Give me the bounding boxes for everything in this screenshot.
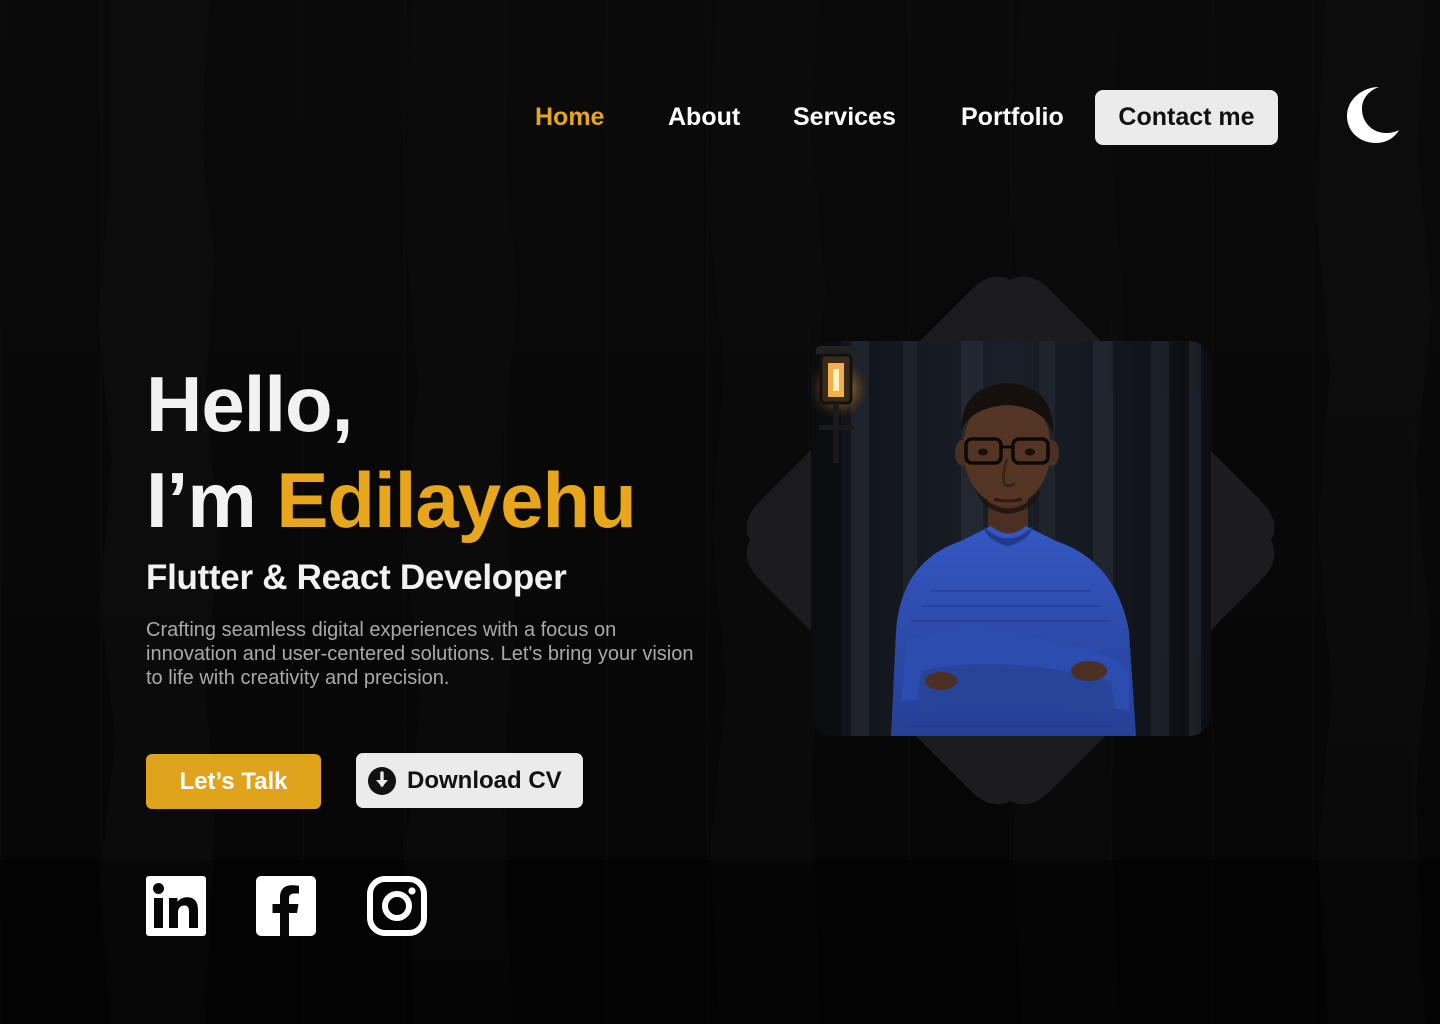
- profile-photo: [811, 341, 1211, 736]
- hero-intro: I’m Edilayehu: [146, 450, 637, 550]
- download-cv-label: Download CV: [407, 767, 562, 794]
- moon-icon[interactable]: [1345, 85, 1401, 145]
- landing-page: Home About Services Portfolio Contact me…: [0, 0, 1440, 1024]
- main-nav: Home About Services Portfolio Contact me: [0, 90, 1440, 145]
- nav-item-services[interactable]: Services: [793, 90, 896, 145]
- hero-intro-prefix: I’m: [146, 456, 277, 544]
- facebook-icon[interactable]: [256, 876, 316, 936]
- hero-greeting: Hello,: [146, 360, 353, 448]
- instagram-icon[interactable]: [367, 876, 427, 936]
- hero-description: Crafting seamless digital experiences wi…: [146, 619, 694, 689]
- nav-item-portfolio[interactable]: Portfolio: [961, 90, 1064, 145]
- contact-me-button[interactable]: Contact me: [1095, 90, 1278, 145]
- download-icon: [368, 767, 396, 795]
- hero-name: Edilayehu: [276, 456, 636, 544]
- nav-item-home[interactable]: Home: [535, 90, 604, 145]
- nav-item-about[interactable]: About: [668, 90, 740, 145]
- download-cv-button[interactable]: Download CV: [356, 753, 583, 808]
- hero-role: Flutter & React Developer: [146, 558, 567, 597]
- lets-talk-button[interactable]: Let’s Talk: [146, 754, 321, 809]
- linkedin-icon[interactable]: [146, 876, 206, 936]
